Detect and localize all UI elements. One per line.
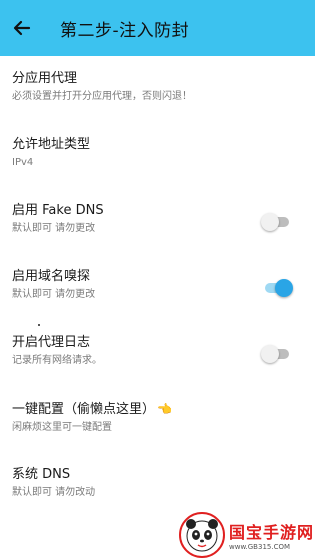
panda-logo-icon xyxy=(179,512,225,558)
setting-per-app-proxy[interactable]: 分应用代理 必须设置并打开分应用代理，否则闪退！ xyxy=(0,56,315,122)
setting-subtitle: 默认即可 请勿改动 xyxy=(12,487,96,498)
setting-title: 允许地址类型 xyxy=(12,137,91,152)
setting-subtitle: 闲麻烦这里可一键配置 xyxy=(12,422,112,433)
toggle-thumb xyxy=(275,279,293,297)
watermark-url: www.GB315.COM xyxy=(229,543,291,551)
setting-fake-dns[interactable]: 启用 Fake DNS 默认即可 请勿更改 xyxy=(0,188,315,254)
watermark-text: 国宝手游网 www.GB315.COM xyxy=(229,519,314,551)
proxy-log-toggle[interactable] xyxy=(261,345,293,363)
page-title: 第二步-注入防封 xyxy=(60,20,190,41)
setting-title: 一键配置（偷懒点这里） xyxy=(12,402,156,417)
setting-domain-sniffing[interactable]: 启用域名嗅探 默认即可 请勿更改 xyxy=(0,254,315,320)
pointing-hand-icon: 👈 xyxy=(157,402,172,416)
setting-system-dns[interactable]: 系统 DNS 默认即可 请勿改动 xyxy=(0,452,315,518)
setting-subtitle: 必须设置并打开分应用代理，否则闪退！ xyxy=(12,91,192,102)
setting-title: 分应用代理 xyxy=(12,71,78,86)
setting-address-type[interactable]: 允许地址类型 IPv4 xyxy=(0,122,315,188)
settings-list: 分应用代理 必须设置并打开分应用代理，否则闪退！ 允许地址类型 IPv4 启用 … xyxy=(0,56,315,518)
setting-one-click-config[interactable]: 一键配置（偷懒点这里） 👈 闲麻烦这里可一键配置 xyxy=(0,386,315,452)
toggle-thumb xyxy=(261,213,279,231)
stray-dot xyxy=(38,324,40,326)
setting-subtitle: IPv4 xyxy=(12,157,34,168)
setting-proxy-log[interactable]: 开启代理日志 记录所有网络请求。 xyxy=(0,320,315,386)
watermark: 国宝手游网 www.GB315.COM xyxy=(175,510,315,560)
back-arrow-icon[interactable] xyxy=(12,18,32,38)
setting-title-wrap: 一键配置（偷懒点这里） 👈 xyxy=(12,401,315,418)
toggle-thumb xyxy=(261,345,279,363)
watermark-brand: 国宝手游网 xyxy=(229,523,315,542)
setting-title: 系统 DNS xyxy=(12,467,71,482)
app-bar: 第二步-注入防封 xyxy=(0,0,315,56)
domain-sniffing-toggle[interactable] xyxy=(261,279,293,297)
fake-dns-toggle[interactable] xyxy=(261,213,293,231)
